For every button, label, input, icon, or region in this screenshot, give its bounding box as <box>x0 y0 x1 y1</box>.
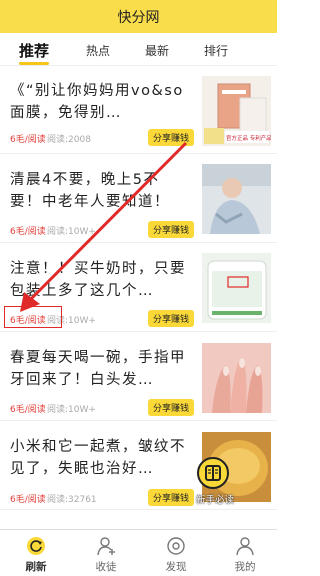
annotation-arrow <box>20 141 188 312</box>
nav-label: 发现 <box>165 561 187 573</box>
nav-profile[interactable]: 我的 <box>220 530 270 576</box>
nav-label: 收徒 <box>95 561 117 573</box>
nav-refresh[interactable]: 刷新 <box>11 530 61 576</box>
discover-icon <box>167 537 185 555</box>
nav-apprentice[interactable]: 收徒 <box>81 530 131 576</box>
refresh-icon <box>27 537 45 555</box>
profile-icon <box>236 537 254 556</box>
nav-label: 我的 <box>234 561 256 573</box>
bottom-navigation: 刷新 收徒 发现 我的 <box>0 529 277 575</box>
nav-discover[interactable]: 发现 <box>151 530 201 576</box>
apprentice-icon <box>97 537 115 556</box>
nav-label: 刷新 <box>25 561 47 573</box>
